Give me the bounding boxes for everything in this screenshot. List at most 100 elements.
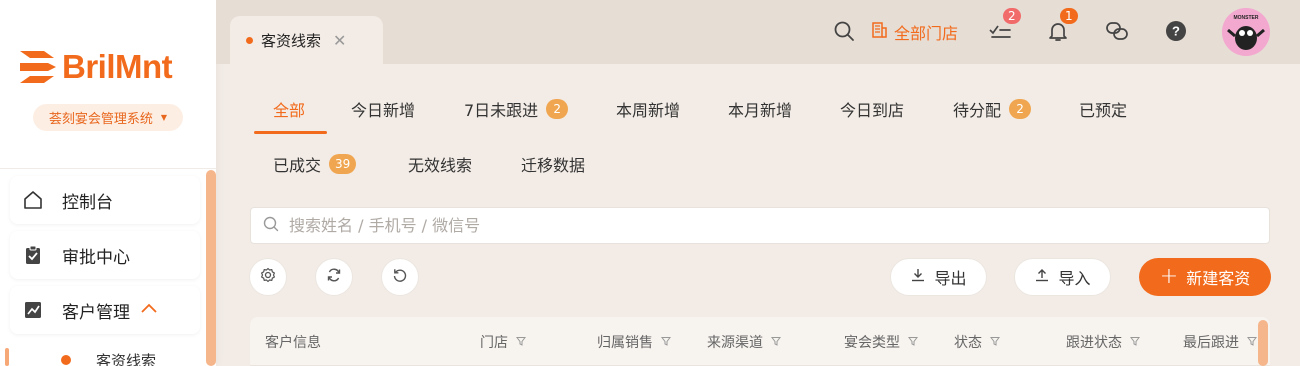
sidebar: BrilMnt 荟刻宴会管理系统 ▼ 控制台 审批中心 客户管理 客资线索 [0, 0, 216, 366]
avatar-label: MONSTER [1234, 15, 1259, 21]
filter-tab-label: 今日到店 [840, 101, 905, 120]
column-label: 来源渠道 [707, 335, 763, 351]
filter-tab-week-new[interactable]: 本周新增 [616, 97, 680, 121]
filter-icon[interactable] [990, 334, 1000, 350]
filter-tab-label: 本周新增 [616, 101, 681, 120]
sidebar-divider [0, 168, 216, 169]
column-label: 最后跟进 [1183, 335, 1239, 351]
column-label: 宴会类型 [844, 335, 900, 351]
sidebar-subitem-leads[interactable]: 客资线索 [96, 350, 156, 366]
filter-tab-today-visit[interactable]: 今日到店 [840, 97, 904, 121]
filter-tab-label: 已成交 [273, 156, 322, 175]
column-header-sales[interactable]: 归属销售 [597, 332, 671, 352]
reset-icon [392, 267, 408, 287]
column-header-status[interactable]: 状态 [954, 332, 1000, 352]
store-label: 全部门店 [894, 24, 959, 43]
sidebar-item-approval[interactable]: 审批中心 [10, 231, 200, 279]
filter-tab-today-new[interactable]: 今日新增 [351, 97, 415, 121]
help-icon[interactable]: ? [1164, 19, 1188, 43]
active-indicator [5, 348, 9, 366]
sidebar-item-label: 客户管理 [62, 302, 130, 323]
import-button[interactable]: 导入 [1014, 258, 1111, 296]
filter-icon[interactable] [908, 334, 918, 350]
filter-tab-invalid[interactable]: 无效线索 [408, 152, 472, 176]
filter-tab-label: 7日未跟进 [464, 101, 539, 120]
notification-badge: 1 [1058, 6, 1080, 26]
column-header-source[interactable]: 来源渠道 [707, 332, 781, 352]
column-header-banquet-type[interactable]: 宴会类型 [844, 332, 918, 352]
search-input[interactable] [289, 216, 1189, 235]
filter-tab-unassigned[interactable]: 待分配 2 [953, 97, 1032, 121]
count-badge: 39 [329, 154, 357, 174]
create-lead-label: 新建客资 [1186, 269, 1251, 288]
table-header: 客户信息 门店 归属销售 来源渠道 宴会类型 状态 跟进状态 最后跟进 [250, 317, 1270, 366]
filter-tab-7day-no-followup[interactable]: 7日未跟进 2 [464, 97, 569, 121]
import-label: 导入 [1058, 269, 1091, 288]
reset-button[interactable] [381, 258, 419, 296]
plus-icon: + [1159, 264, 1179, 289]
column-header-store[interactable]: 门店 [480, 332, 526, 352]
active-dot-icon [61, 355, 71, 365]
store-selector[interactable]: 全部门店 [870, 20, 958, 44]
create-lead-button[interactable]: + 新建客资 [1139, 258, 1271, 296]
monster-avatar-icon: MONSTER [1222, 8, 1270, 56]
brand-logo-icon [20, 51, 56, 83]
filter-icon[interactable] [516, 334, 526, 350]
building-icon [870, 21, 888, 43]
export-button[interactable]: 导出 [890, 258, 987, 296]
column-header-customer: 客户信息 [265, 332, 321, 352]
close-icon[interactable]: ✕ [333, 31, 346, 50]
filter-tab-closed[interactable]: 已成交 39 [273, 152, 357, 176]
filter-tab-label: 本月新增 [728, 101, 793, 120]
search-box[interactable] [250, 207, 1270, 244]
filter-icon[interactable] [1130, 334, 1140, 350]
sidebar-subitem-label: 客资线索 [96, 352, 157, 366]
chat-icon[interactable] [1105, 19, 1129, 43]
column-label: 归属销售 [597, 335, 653, 351]
tab-leads[interactable]: 客资线索 ✕ [230, 16, 383, 64]
settings-button[interactable] [249, 258, 287, 296]
tab-active-dot [246, 36, 253, 44]
download-icon [910, 267, 926, 287]
filter-icon[interactable] [661, 334, 671, 350]
home-icon [22, 189, 44, 211]
count-badge: 2 [1009, 99, 1032, 119]
chevron-up-icon [140, 302, 158, 318]
filter-tab-reserved[interactable]: 已预定 [1079, 97, 1127, 121]
table-scrollbar[interactable] [1258, 320, 1268, 366]
filter-tab-migrated[interactable]: 迁移数据 [521, 152, 585, 176]
filter-tab-label: 迁移数据 [521, 156, 586, 175]
filter-tab-label: 今日新增 [351, 101, 416, 120]
search-icon[interactable] [832, 19, 856, 43]
column-header-last-followup[interactable]: 最后跟进 [1183, 332, 1257, 352]
caret-down-icon: ▼ [160, 113, 168, 122]
chart-line-icon [22, 299, 44, 321]
filter-tab-all[interactable]: 全部 [273, 97, 305, 121]
brand-logo[interactable]: BrilMnt [18, 48, 173, 86]
sidebar-item-label: 审批中心 [62, 247, 130, 268]
avatar[interactable]: MONSTER [1222, 8, 1270, 56]
sidebar-item-customers[interactable]: 客户管理 [10, 286, 200, 334]
filter-tab-month-new[interactable]: 本月新增 [728, 97, 792, 121]
filter-icon[interactable] [1247, 334, 1257, 350]
system-name: 荟刻宴会管理系统 [48, 112, 153, 127]
column-header-followup-status[interactable]: 跟进状态 [1066, 332, 1140, 352]
column-label: 门店 [480, 335, 508, 351]
upload-icon [1034, 267, 1050, 287]
filter-icon[interactable] [771, 334, 781, 350]
sidebar-scrollbar[interactable] [206, 170, 216, 366]
column-label: 跟进状态 [1066, 335, 1122, 351]
search-icon [263, 216, 279, 236]
export-label: 导出 [934, 269, 967, 288]
sidebar-item-label: 控制台 [62, 192, 113, 213]
brand-logo-text: BrilMnt [62, 48, 173, 85]
active-tab-underline [254, 131, 327, 134]
column-label: 客户信息 [265, 335, 321, 351]
sidebar-item-dashboard[interactable]: 控制台 [10, 176, 200, 224]
filter-tab-label: 无效线索 [408, 156, 473, 175]
todo-badge: 2 [1001, 6, 1023, 26]
refresh-button[interactable] [315, 258, 353, 296]
filter-tab-label: 待分配 [953, 101, 1002, 120]
system-switcher[interactable]: 荟刻宴会管理系统 ▼ [33, 104, 183, 131]
filter-tab-label: 已预定 [1079, 101, 1128, 120]
